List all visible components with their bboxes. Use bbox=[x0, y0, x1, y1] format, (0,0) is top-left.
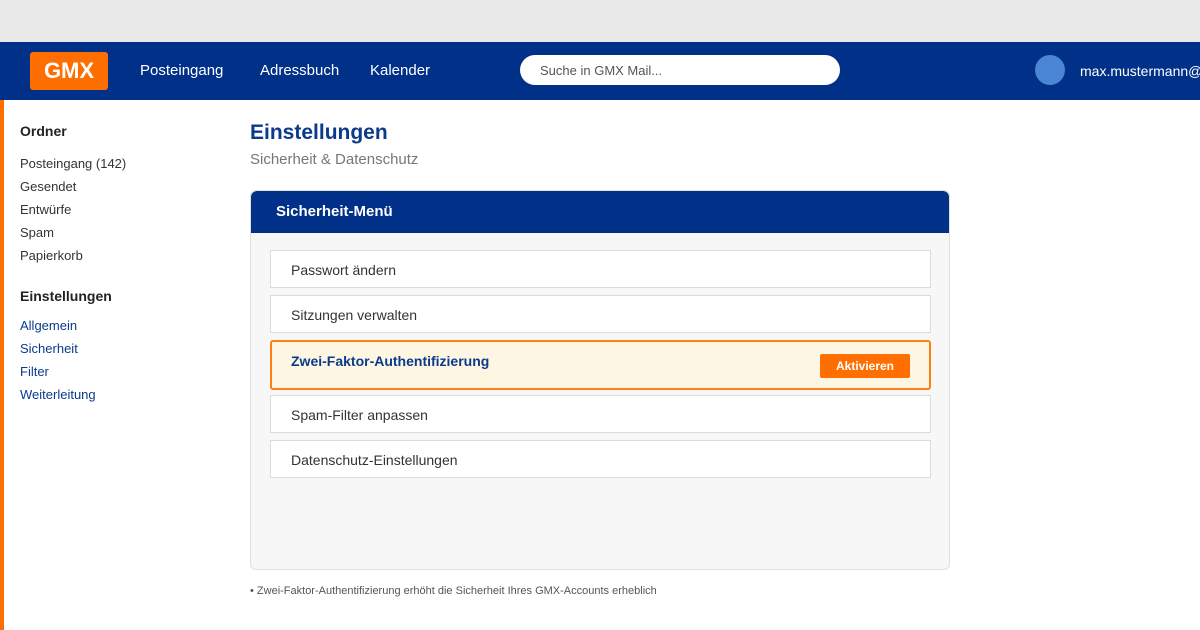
folder-posteingang[interactable]: Posteingang (142) bbox=[20, 152, 220, 175]
sidebar: Ordner Posteingang (142) Gesendet Entwür… bbox=[20, 122, 220, 406]
folder-spam[interactable]: Spam bbox=[20, 221, 220, 244]
settings-link-sicherheit[interactable]: Sicherheit bbox=[20, 337, 220, 360]
username[interactable]: max.mustermann@ bbox=[1080, 62, 1200, 80]
user-avatar[interactable] bbox=[1035, 55, 1065, 85]
nav-posteingang[interactable]: Posteingang bbox=[140, 62, 223, 80]
panel-header: Sicherheit-Menü bbox=[251, 191, 949, 233]
menu-item-sitzungen[interactable]: Sitzungen verwalten bbox=[270, 295, 931, 333]
menu-item-spam-filter[interactable]: Spam-Filter anpassen bbox=[270, 395, 931, 433]
page-title: Einstellungen bbox=[250, 121, 388, 144]
menu-item-zwei-faktor[interactable]: Zwei-Faktor-Authentifizierung Aktivieren bbox=[270, 340, 931, 390]
footnote: • Zwei-Faktor-Authentifizierung erhöht d… bbox=[250, 585, 657, 597]
gmx-logo[interactable]: GMX bbox=[30, 52, 108, 90]
nav-kalender[interactable]: Kalender bbox=[370, 62, 430, 80]
folder-entwuerfe[interactable]: Entwürfe bbox=[20, 198, 220, 221]
security-menu-panel: Sicherheit-Menü Passwort ändern Sitzunge… bbox=[250, 190, 950, 570]
menu-item-passwort[interactable]: Passwort ändern bbox=[270, 250, 931, 288]
activate-button[interactable]: Aktivieren bbox=[820, 354, 910, 378]
settings-link-allgemein[interactable]: Allgemein bbox=[20, 314, 220, 337]
folders-heading: Ordner bbox=[20, 123, 67, 139]
settings-link-list: Allgemein Sicherheit Filter Weiterleitun… bbox=[20, 314, 220, 406]
settings-link-filter[interactable]: Filter bbox=[20, 360, 220, 383]
page-subtitle: Sicherheit & Datenschutz bbox=[250, 151, 419, 168]
top-navigation-bar: GMX Posteingang Adressbuch Kalender max.… bbox=[0, 42, 1200, 100]
folder-papierkorb[interactable]: Papierkorb bbox=[20, 244, 220, 267]
menu-item-datenschutz[interactable]: Datenschutz-Einstellungen bbox=[270, 440, 931, 478]
search-input[interactable] bbox=[520, 55, 840, 85]
search-box bbox=[520, 55, 840, 85]
settings-heading: Einstellungen bbox=[20, 288, 112, 304]
settings-link-weiterleitung[interactable]: Weiterleitung bbox=[20, 383, 220, 406]
folder-list: Posteingang (142) Gesendet Entwürfe Spam… bbox=[20, 152, 220, 267]
accent-strip bbox=[0, 100, 4, 630]
zwei-faktor-label: Zwei-Faktor-Authentifizierung bbox=[291, 353, 490, 369]
folder-gesendet[interactable]: Gesendet bbox=[20, 175, 220, 198]
nav-adressbuch[interactable]: Adressbuch bbox=[260, 62, 339, 80]
browser-chrome bbox=[0, 0, 1200, 42]
